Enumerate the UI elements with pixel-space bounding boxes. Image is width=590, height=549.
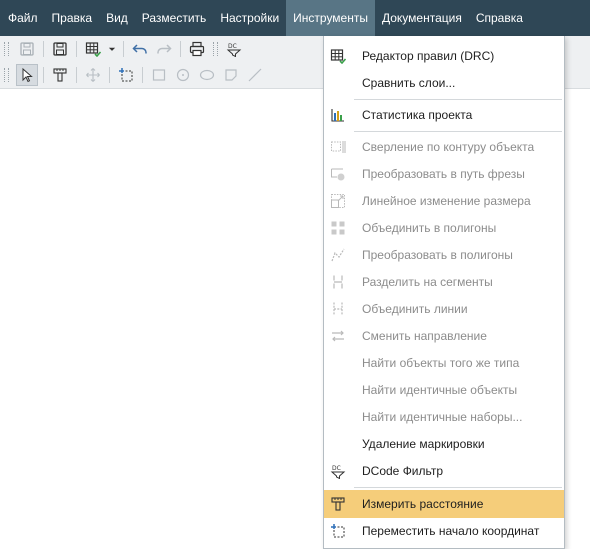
menu-item-label: Объединить линии	[362, 302, 468, 316]
menu-separator	[354, 99, 562, 100]
undo-icon[interactable]	[129, 38, 151, 60]
menu-item-convert-mill-path[interactable]: Преобразовать в путь фрезы	[324, 160, 564, 188]
menu-item-label: Преобразовать в полигоны	[362, 248, 513, 262]
menu-bar: Файл Правка Вид Разместить Настройки Инс…	[0, 0, 590, 36]
svg-text:DC: DC	[332, 465, 341, 472]
menu-view[interactable]: Вид	[99, 0, 135, 36]
menu-item-label: Статистика проекта	[362, 108, 473, 122]
menu-item-label: Сменить направление	[362, 329, 487, 343]
menu-file[interactable]: Файл	[0, 0, 45, 36]
menu-separator	[354, 131, 562, 132]
print-icon[interactable]	[186, 38, 208, 60]
redo-icon[interactable]	[153, 38, 175, 60]
menu-item-merge-polygons[interactable]: Объединить в полигоны	[324, 214, 564, 242]
menu-item-find-same-type[interactable]: Найти объекты того же типа	[324, 349, 564, 377]
menu-item-measure-distance[interactable]: Измерить расстояние	[324, 490, 564, 518]
origin-icon[interactable]	[115, 64, 137, 86]
reverse-direction-icon	[330, 328, 346, 344]
menu-item-contour-drilling[interactable]: Сверление по контуру объекта	[324, 133, 564, 161]
menu-item-label: Разделить на сегменты	[362, 275, 493, 289]
menu-item-move-origin[interactable]: Переместить начало координат	[324, 517, 564, 545]
menu-tools[interactable]: Инструменты	[286, 0, 375, 36]
bar-chart-icon	[330, 107, 346, 123]
menu-item-dcode-filter[interactable]: DC DCode Фильтр	[324, 457, 564, 485]
menu-item-label: Преобразовать в путь фрезы	[362, 167, 525, 181]
toolbar-separator	[142, 67, 143, 83]
save-all-icon[interactable]	[49, 38, 71, 60]
menu-item-label: Найти объекты того же типа	[362, 356, 520, 370]
drill-icon	[330, 139, 346, 155]
menu-item-label: Линейное изменение размера	[362, 194, 531, 208]
menu-item-label: Найти идентичные наборы...	[362, 410, 523, 424]
move-icon[interactable]	[82, 64, 104, 86]
menu-item-remove-marking[interactable]: Удаление маркировки	[324, 430, 564, 458]
split-segments-icon	[330, 274, 346, 290]
rect-icon[interactable]	[148, 64, 170, 86]
line-icon[interactable]	[244, 64, 266, 86]
measure-icon[interactable]	[49, 64, 71, 86]
menu-item-find-identical-sets[interactable]: Найти идентичные наборы...	[324, 403, 564, 431]
measure-distance-icon	[330, 496, 346, 512]
menu-item-label: Объединить в полигоны	[362, 221, 497, 235]
menu-item-join-lines[interactable]: Объединить линии	[324, 295, 564, 323]
menu-item-label: Удаление маркировки	[362, 437, 485, 451]
dcode-icon[interactable]: DC	[223, 38, 245, 60]
menu-item-label: Измерить расстояние	[362, 497, 484, 511]
menu-item-label: DCode Фильтр	[362, 464, 443, 478]
toolbar-separator	[76, 41, 77, 57]
svg-text:DC: DC	[228, 43, 237, 50]
save-icon[interactable]	[16, 38, 38, 60]
menu-help[interactable]: Справка	[469, 0, 530, 36]
menu-item-label: Переместить начало координат	[362, 524, 540, 538]
menu-item-project-statistics[interactable]: Статистика проекта	[324, 101, 564, 129]
select-arrow-icon[interactable]	[16, 64, 38, 86]
mill-path-icon	[330, 166, 346, 182]
merge-polygons-icon	[330, 220, 346, 236]
drc-icon	[330, 48, 346, 64]
convert-polygons-icon	[330, 247, 346, 263]
toolbar-grip[interactable]	[213, 42, 218, 56]
ellipse-icon[interactable]	[196, 64, 218, 86]
menu-separator	[354, 487, 562, 488]
toolbar-grip[interactable]	[4, 42, 9, 56]
menu-item-convert-polygons[interactable]: Преобразовать в полигоны	[324, 241, 564, 269]
menu-item-find-identical-objects[interactable]: Найти идентичные объекты	[324, 376, 564, 404]
menu-item-compare-layers[interactable]: Сравнить слои...	[324, 69, 564, 97]
chevron-down-icon[interactable]	[106, 38, 118, 60]
tools-dropdown-menu: Редактор правил (DRC) Сравнить слои... С…	[323, 36, 565, 549]
polygon-icon[interactable]	[220, 64, 242, 86]
menu-item-label: Найти идентичные объекты	[362, 383, 518, 397]
menu-item-label: Редактор правил (DRC)	[362, 49, 495, 63]
menu-item-label: Сравнить слои...	[362, 76, 456, 90]
toolbar-separator	[76, 67, 77, 83]
menu-item-linear-resize[interactable]: Линейное изменение размера	[324, 187, 564, 215]
dcode-filter-icon: DC	[330, 463, 346, 479]
join-lines-icon	[330, 301, 346, 317]
toolbar-separator	[109, 67, 110, 83]
menu-documentation[interactable]: Документация	[375, 0, 469, 36]
menu-settings[interactable]: Настройки	[213, 0, 286, 36]
menu-edit[interactable]: Правка	[45, 0, 100, 36]
menu-item-drc-editor[interactable]: Редактор правил (DRC)	[324, 42, 564, 70]
menu-item-label: Сверление по контуру объекта	[362, 140, 535, 154]
toolbar-separator	[43, 67, 44, 83]
menu-item-split-segments[interactable]: Разделить на сегменты	[324, 268, 564, 296]
toolbar-separator	[43, 41, 44, 57]
circle-icon[interactable]	[172, 64, 194, 86]
move-origin-icon	[330, 523, 346, 539]
grid-icon[interactable]	[82, 38, 104, 60]
toolbar-separator	[123, 41, 124, 57]
resize-icon	[330, 193, 346, 209]
toolbar-grip[interactable]	[4, 68, 9, 82]
menu-place[interactable]: Разместить	[135, 0, 214, 36]
toolbar-separator	[180, 41, 181, 57]
menu-item-reverse-direction[interactable]: Сменить направление	[324, 322, 564, 350]
